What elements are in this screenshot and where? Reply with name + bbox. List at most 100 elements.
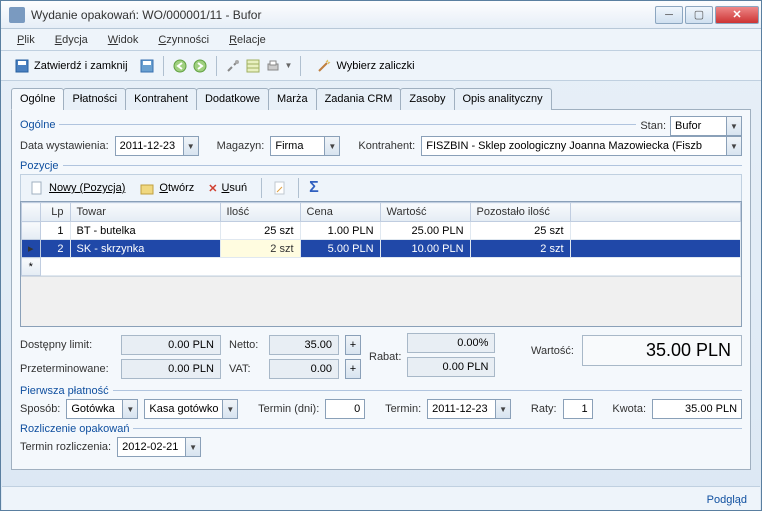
tab-zadania[interactable]: Zadania CRM bbox=[316, 88, 402, 110]
ogolne-group-label: Ogólne bbox=[20, 119, 55, 131]
menu-widok[interactable]: Widok bbox=[100, 32, 147, 48]
table-row[interactable]: 1 BT - butelka 25 szt 1.00 PLN 25.00 PLN… bbox=[22, 222, 741, 240]
rabat-pct: 0.00% bbox=[407, 333, 495, 353]
otworz-button[interactable]: Otwórz bbox=[135, 178, 198, 198]
maximize-button[interactable]: ▢ bbox=[685, 6, 713, 24]
col-towar[interactable]: Towar bbox=[70, 203, 220, 222]
stan-combo[interactable]: ▼ bbox=[670, 116, 742, 136]
sposob-input[interactable] bbox=[66, 399, 122, 419]
raty-label: Raty: bbox=[531, 403, 557, 415]
new-icon bbox=[29, 180, 45, 196]
chevron-down-icon[interactable]: ▼ bbox=[122, 399, 138, 419]
col-lp[interactable]: Lp bbox=[40, 203, 70, 222]
col-wartosc[interactable]: Wartość bbox=[380, 203, 470, 222]
termin-combo[interactable]: ▼ bbox=[427, 399, 511, 419]
termin-dni-input[interactable] bbox=[325, 399, 365, 419]
rozliczenie-group-label: Rozliczenie opakowań bbox=[20, 423, 129, 435]
chevron-down-icon[interactable]: ▼ bbox=[185, 437, 201, 457]
tabs: Ogólne Płatności Kontrahent Dodatkowe Ma… bbox=[11, 87, 751, 110]
data-input[interactable] bbox=[115, 136, 183, 156]
data-label: Data wystawienia: bbox=[20, 140, 109, 152]
table-row-selected[interactable]: ▸ 2 SK - skrzynka 2 szt 5.00 PLN 10.00 P… bbox=[22, 240, 741, 258]
vat-label: VAT: bbox=[229, 363, 263, 375]
stan-input[interactable] bbox=[670, 116, 726, 136]
col-rowhead bbox=[22, 203, 41, 222]
chevron-down-icon[interactable]: ▼ bbox=[726, 136, 742, 156]
otworz-label: Otwórz bbox=[159, 182, 194, 194]
open-icon bbox=[139, 180, 155, 196]
przeterm-value: 0.00 PLN bbox=[121, 359, 221, 379]
raty-input[interactable] bbox=[563, 399, 593, 419]
save-icon-2[interactable] bbox=[139, 58, 155, 74]
wybierz-zaliczki-button[interactable]: Wybierz zaliczki bbox=[309, 54, 421, 78]
minimize-button[interactable]: ─ bbox=[655, 6, 683, 24]
wybierz-label: Wybierz zaliczki bbox=[336, 60, 414, 72]
tab-zasoby[interactable]: Zasoby bbox=[400, 88, 454, 110]
chevron-down-icon[interactable]: ▼ bbox=[222, 399, 238, 419]
sposob-label: Sposób: bbox=[20, 403, 60, 415]
menu-czynnosci[interactable]: Czynności bbox=[150, 32, 217, 48]
sposob-combo[interactable]: ▼ bbox=[66, 399, 138, 419]
kwota-input[interactable] bbox=[652, 399, 742, 419]
chevron-down-icon[interactable]: ▼ bbox=[183, 136, 199, 156]
nowy-button[interactable]: Nowy (Pozycja) bbox=[25, 178, 129, 198]
przeterm-label: Przeterminowane: bbox=[20, 363, 115, 375]
termin-label: Termin: bbox=[385, 403, 421, 415]
menu-relacje[interactable]: Relacje bbox=[221, 32, 274, 48]
dostepny-value: 0.00 PLN bbox=[121, 335, 221, 355]
chevron-down-icon[interactable]: ▼ bbox=[726, 116, 742, 136]
zatwierdz-button[interactable]: Zatwierdź i zamknij bbox=[7, 54, 135, 78]
tab-kontrahent[interactable]: Kontrahent bbox=[125, 88, 197, 110]
kontrahent-combo[interactable]: ▼ bbox=[421, 136, 742, 156]
tab-opis[interactable]: Opis analityczny bbox=[454, 88, 552, 110]
tab-platnosci[interactable]: Płatności bbox=[63, 88, 126, 110]
usun-button[interactable]: ✕ Usuń bbox=[204, 180, 251, 197]
kasa-combo[interactable]: ▼ bbox=[144, 399, 238, 419]
magazyn-input[interactable] bbox=[270, 136, 324, 156]
netto-value: 35.00 bbox=[269, 335, 339, 355]
close-button[interactable]: ✕ bbox=[715, 6, 759, 24]
tab-ogolne[interactable]: Ogólne bbox=[11, 88, 64, 110]
dostepny-label: Dostępny limit: bbox=[20, 339, 115, 351]
kasa-input[interactable] bbox=[144, 399, 222, 419]
sum-icon[interactable]: Σ bbox=[309, 179, 319, 197]
delete-icon: ✕ bbox=[208, 182, 217, 195]
chevron-down-icon[interactable]: ▼ bbox=[495, 399, 511, 419]
grid-icon[interactable] bbox=[245, 58, 261, 74]
magazyn-label: Magazyn: bbox=[217, 140, 265, 152]
edit-icon[interactable] bbox=[272, 180, 288, 196]
usun-label: Usuń bbox=[221, 182, 247, 194]
pozycje-table: Lp Towar Ilość Cena Wartość Pozostało il… bbox=[20, 201, 742, 327]
magazyn-combo[interactable]: ▼ bbox=[270, 136, 340, 156]
menu-edycja[interactable]: Edycja bbox=[47, 32, 96, 48]
termin-rozl-combo[interactable]: ▼ bbox=[117, 437, 201, 457]
col-cena[interactable]: Cena bbox=[300, 203, 380, 222]
toolbar: Zatwierdź i zamknij ▼ Wybierz zaliczki bbox=[1, 51, 761, 81]
forward-icon[interactable] bbox=[192, 58, 208, 74]
table-row-new[interactable]: * bbox=[22, 258, 741, 276]
tools-icon[interactable] bbox=[225, 58, 241, 74]
wartosc-label: Wartość: bbox=[531, 345, 574, 357]
window-title: Wydanie opakowań: WO/000001/11 - Bufor bbox=[31, 8, 655, 22]
podglad-link[interactable]: Podgląd bbox=[707, 494, 747, 506]
print-icon[interactable] bbox=[265, 58, 281, 74]
netto-label: Netto: bbox=[229, 339, 263, 351]
termin-rozl-label: Termin rozliczenia: bbox=[20, 441, 111, 453]
dropdown-arrow-icon[interactable]: ▼ bbox=[285, 61, 293, 70]
plus-button[interactable]: + bbox=[345, 335, 361, 355]
data-combo[interactable]: ▼ bbox=[115, 136, 199, 156]
menubar: Plik Edycja Widok Czynności Relacje bbox=[1, 29, 761, 51]
menu-plik[interactable]: Plik bbox=[9, 32, 43, 48]
chevron-down-icon[interactable]: ▼ bbox=[324, 136, 340, 156]
back-icon[interactable] bbox=[172, 58, 188, 74]
termin-input[interactable] bbox=[427, 399, 495, 419]
termin-dni-label: Termin (dni): bbox=[258, 403, 319, 415]
kontrahent-input[interactable] bbox=[421, 136, 726, 156]
col-pozostalo[interactable]: Pozostało ilość bbox=[470, 203, 570, 222]
stan-label: Stan: bbox=[640, 120, 666, 132]
termin-rozl-input[interactable] bbox=[117, 437, 185, 457]
plus-button[interactable]: + bbox=[345, 359, 361, 379]
col-ilosc[interactable]: Ilość bbox=[220, 203, 300, 222]
tab-marza[interactable]: Marża bbox=[268, 88, 317, 110]
tab-dodatkowe[interactable]: Dodatkowe bbox=[196, 88, 269, 110]
